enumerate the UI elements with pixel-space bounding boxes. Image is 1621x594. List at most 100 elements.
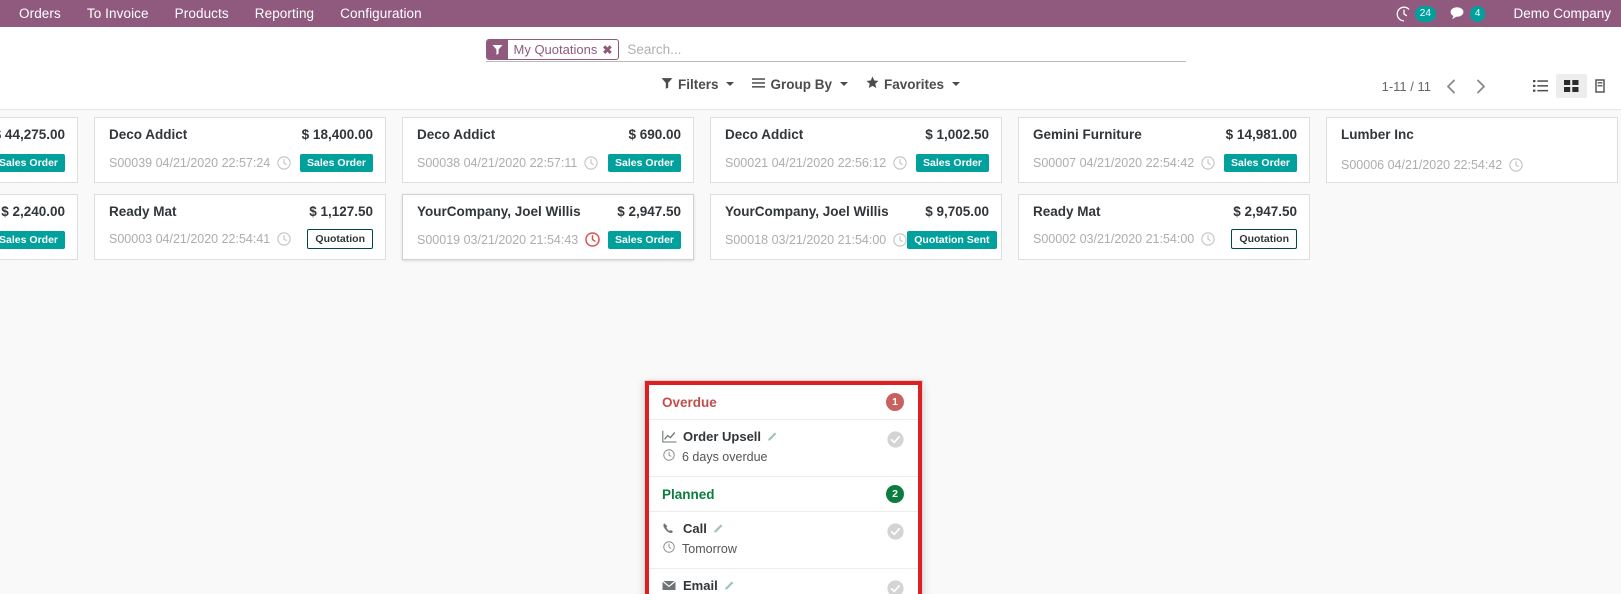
card-amount: $ 690.00	[628, 127, 681, 142]
card-partner: Deco Addict	[417, 127, 495, 142]
menu-item-to-invoice[interactable]: To Invoice	[74, 2, 162, 25]
status-badge: Quotation Sent	[907, 231, 996, 249]
clock-icon	[1396, 6, 1412, 22]
pager-value[interactable]: 1-11 / 11	[1382, 79, 1437, 94]
card-amount: $ 9,705.00	[925, 204, 989, 219]
kanban-card-active[interactable]: YourCompany, Joel Willis $ 2,947.50 S000…	[402, 194, 694, 260]
list-view-button[interactable]	[1525, 74, 1556, 98]
card-header: Lumber Inc	[1341, 127, 1605, 142]
card-reference: S00019 03/21/2020 21:54:43	[417, 233, 578, 247]
menu-item-products[interactable]: Products	[162, 2, 242, 25]
clock-icon[interactable]	[584, 156, 598, 170]
list-icon	[1533, 79, 1548, 93]
pencil-icon[interactable]	[767, 431, 778, 442]
clock-icon-overdue[interactable]	[585, 232, 600, 247]
activity-group-count: 1	[886, 393, 904, 411]
kanban-view-button[interactable]	[1556, 74, 1587, 98]
kanban-card[interactable]: Lumber Inc S00006 04/21/2020 22:54:42	[1326, 117, 1618, 183]
filters-dropdown[interactable]: Filters	[652, 75, 744, 94]
menu-item-configuration[interactable]: Configuration	[327, 2, 435, 25]
activity-item[interactable]: Order Upsell 6 days overdue	[649, 420, 918, 477]
card-amount: $ 14,981.00	[1226, 127, 1297, 142]
card-reference: S00038 04/21/2020 22:57:11	[417, 156, 577, 170]
card-footer: S00019 03/21/2020 21:54:43 Sales Order	[417, 231, 681, 259]
activity-menu-button[interactable]: 24	[1388, 0, 1442, 27]
close-icon[interactable]: ✖	[601, 40, 618, 59]
card-footer: S00006 04/21/2020 22:54:42	[1341, 158, 1605, 182]
card-ref-group: S00007 04/21/2020 22:54:42	[1033, 156, 1215, 170]
clock-icon[interactable]	[893, 156, 907, 170]
clock-icon	[663, 448, 675, 466]
pager-previous-button[interactable]	[1437, 79, 1466, 94]
card-partner: Deco Addict	[109, 127, 187, 142]
kanban-card[interactable]: YourCompany, Joel Willis $ 9,705.00 S000…	[710, 194, 1002, 260]
clock-icon[interactable]	[893, 233, 907, 247]
kanban-column: Lumber Inc S00006 04/21/2020 22:54:42	[1318, 117, 1621, 194]
activity-title-row: Email	[662, 578, 758, 593]
star-icon	[866, 76, 879, 92]
chevron-right-icon	[1474, 79, 1487, 94]
card-footer: S00038 04/21/2020 22:57:11 Sales Order	[417, 154, 681, 182]
clock-icon[interactable]	[1201, 232, 1215, 246]
card-amount: $ 1,002.50	[925, 127, 989, 142]
mark-done-button[interactable]	[887, 578, 904, 594]
menu-item-orders[interactable]: Orders	[6, 2, 74, 25]
kanban-column: Deco Addict $ 690.00 S00038 04/21/2020 2…	[394, 117, 702, 271]
pencil-icon[interactable]	[724, 580, 735, 591]
navbar-right: 24 4 Demo Company	[1388, 0, 1621, 27]
pager-next-button[interactable]	[1466, 79, 1495, 94]
clock-icon[interactable]	[1509, 158, 1523, 172]
clock-icon[interactable]	[277, 232, 291, 246]
activity-item[interactable]: Call Tomorrow	[649, 512, 918, 569]
activity-item[interactable]: Email Due in 8 days	[649, 569, 918, 594]
favorites-dropdown[interactable]: Favorites	[857, 74, 969, 94]
kanban-card[interactable]: Ready Mat $ 1,127.50 S00003 04/21/2020 2…	[94, 194, 386, 260]
card-footer: 4:41 Sales Order	[0, 231, 65, 259]
clock-icon	[663, 540, 675, 558]
mark-done-button[interactable]	[887, 429, 904, 448]
view-switcher	[1525, 74, 1613, 98]
search-view-row: My Quotations ✖	[0, 32, 1621, 62]
activity-group-count: 2	[886, 485, 904, 503]
group-by-label: Group By	[770, 77, 832, 92]
group-by-dropdown[interactable]: Group By	[743, 75, 857, 94]
kanban-card[interactable]: Ready Mat $ 2,947.50 S00002 03/21/2020 2…	[1018, 194, 1310, 260]
card-header: Ready Mat $ 1,127.50	[109, 204, 373, 219]
search-input[interactable]	[619, 39, 1185, 60]
card-reference: S00003 04/21/2020 22:54:41	[109, 232, 270, 246]
card-ref-group: S00002 03/21/2020 21:54:00	[1033, 232, 1215, 246]
chart-line-icon	[662, 430, 677, 443]
card-header: Ready Mat $ 2,947.50	[1033, 204, 1297, 219]
activity-title-row: Call	[662, 521, 737, 536]
kanban-card[interactable]: $ 2,240.00 4:41 Sales Order	[0, 194, 78, 260]
card-footer: S00021 04/21/2020 22:56:12 Sales Order	[725, 154, 989, 182]
messaging-menu-button[interactable]: 4	[1442, 0, 1492, 27]
pencil-icon[interactable]	[713, 523, 724, 534]
company-switcher[interactable]: Demo Company	[1491, 6, 1621, 21]
clock-icon[interactable]	[277, 156, 291, 170]
control-panel: My Quotations ✖ Filters	[0, 27, 1621, 110]
activity-dropdown: Overdue 1 Order Upsell	[644, 380, 923, 594]
card-ref-group: S00003 04/21/2020 22:54:41	[109, 232, 291, 246]
calendar-view-button[interactable]	[1587, 74, 1613, 98]
clock-icon[interactable]	[1201, 156, 1215, 170]
kanban-columns: $ 44,275.00 7:24 Sales Order $ 2,240.00	[0, 117, 1621, 271]
card-ref-group: S00006 04/21/2020 22:54:42	[1341, 158, 1523, 172]
kanban-card[interactable]: Deco Addict $ 690.00 S00038 04/21/2020 2…	[402, 117, 694, 183]
card-header: YourCompany, Joel Willis $ 9,705.00	[725, 204, 989, 219]
search-facet-my-quotations[interactable]: My Quotations ✖	[486, 39, 620, 60]
search-view[interactable]: My Quotations ✖	[486, 39, 1186, 62]
filters-label: Filters	[678, 77, 719, 92]
activity-due-text: 6 days overdue	[682, 450, 767, 464]
card-partner: Deco Addict	[725, 127, 803, 142]
search-facet-label: My Quotations	[508, 40, 602, 59]
favorites-label: Favorites	[884, 77, 944, 92]
kanban-card[interactable]: $ 44,275.00 7:24 Sales Order	[0, 117, 78, 183]
kanban-card[interactable]: Gemini Furniture $ 14,981.00 S00007 04/2…	[1018, 117, 1310, 183]
kanban-card[interactable]: Deco Addict $ 18,400.00 S00039 04/21/202…	[94, 117, 386, 183]
kanban-card[interactable]: Deco Addict $ 1,002.50 S00021 04/21/2020…	[710, 117, 1002, 183]
mark-done-button[interactable]	[887, 521, 904, 540]
kanban-column: Deco Addict $ 18,400.00 S00039 04/21/202…	[86, 117, 394, 271]
card-footer: S00002 03/21/2020 21:54:00 Quotation	[1033, 229, 1297, 259]
menu-item-reporting[interactable]: Reporting	[242, 2, 327, 25]
